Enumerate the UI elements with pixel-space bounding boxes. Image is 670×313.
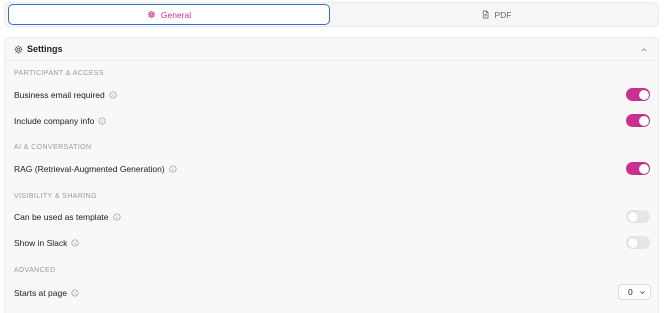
section-label-participant-access: PARTICIPANT & ACCESS	[14, 70, 104, 77]
info-icon[interactable]	[112, 213, 121, 221]
toggle-knob	[638, 115, 649, 126]
setting-label: RAG (Retrieval-Augmented Generation)	[14, 164, 165, 174]
settings-panel: Settings PARTICIPANT & ACCESS Business e…	[4, 37, 659, 313]
slack-toggle[interactable]	[626, 236, 650, 249]
tab-pdf-label: PDF	[494, 9, 512, 20]
document-icon	[482, 10, 488, 19]
tab-general[interactable]: General	[8, 4, 330, 25]
tab-bar: General PDF	[4, 2, 659, 27]
toggle-knob	[627, 211, 638, 222]
tab-general-label: General	[160, 9, 192, 20]
template-toggle[interactable]	[626, 210, 650, 223]
setting-rag: RAG (Retrieval-Augmented Generation)	[14, 164, 177, 174]
toggle-knob	[627, 237, 638, 248]
section-label-ai-conversation: AI & CONVERSATION	[14, 144, 92, 151]
setting-start-page: Starts at page	[14, 288, 79, 298]
setting-label: Can be used as template	[14, 212, 109, 222]
settings-panel-header[interactable]: Settings	[5, 38, 658, 61]
start-page-select[interactable]: 0	[618, 284, 651, 300]
chevron-down-icon	[640, 291, 645, 295]
setting-template: Can be used as template	[14, 212, 121, 222]
rag-toggle[interactable]	[626, 162, 650, 175]
info-icon[interactable]	[71, 239, 79, 247]
setting-business-email: Business email required	[14, 90, 117, 100]
setting-label: Business email required	[14, 90, 105, 100]
setting-label: Starts at page	[14, 288, 67, 298]
gear-icon	[147, 10, 156, 19]
setting-slack: Show in Slack	[14, 238, 79, 248]
info-icon[interactable]	[98, 117, 106, 125]
setting-label: Show in Slack	[14, 238, 68, 248]
business-email-toggle[interactable]	[626, 88, 650, 101]
toggle-knob	[638, 89, 649, 100]
company-info-toggle[interactable]	[626, 114, 650, 127]
info-icon[interactable]	[109, 91, 117, 99]
toggle-knob	[638, 163, 649, 174]
start-page-value: 0	[628, 287, 633, 297]
tab-pdf[interactable]: PDF	[335, 4, 657, 25]
section-label-visibility-sharing: VISIBILITY & SHARING	[14, 193, 97, 200]
info-icon[interactable]	[169, 165, 177, 173]
section-label-advanced: ADVANCED	[14, 267, 56, 274]
setting-label: Include company info	[14, 116, 95, 126]
setting-company-info: Include company info	[14, 116, 106, 126]
panel-title: Settings	[27, 44, 63, 54]
chevron-up-icon[interactable]	[640, 46, 648, 54]
info-icon[interactable]	[71, 289, 79, 297]
gear-icon	[14, 45, 23, 54]
